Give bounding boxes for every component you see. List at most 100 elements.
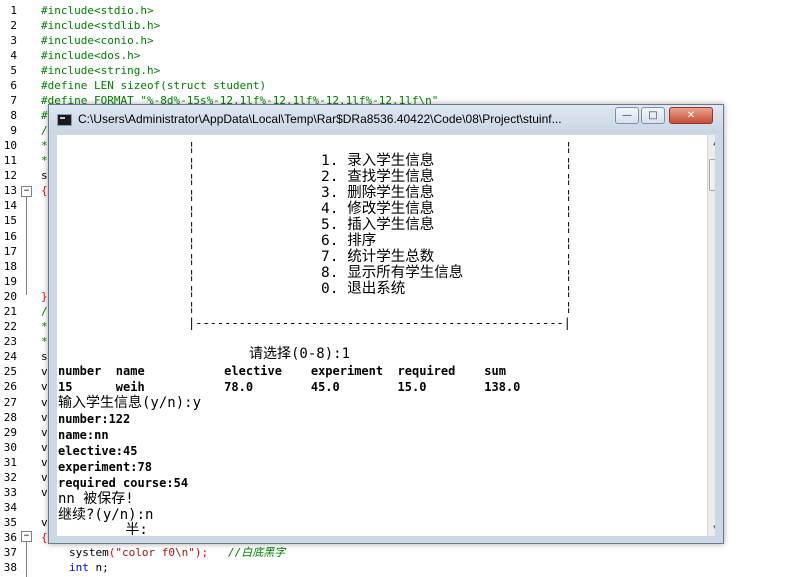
code-fragment[interactable]: v: [41, 515, 48, 530]
code-line[interactable]: #: [41, 108, 48, 123]
line-number: 30: [3, 441, 17, 454]
line-number: 38: [3, 561, 17, 574]
code-fragment[interactable]: v: [41, 395, 48, 410]
menu-bottom-border: |---------------------------------------…: [188, 316, 571, 330]
vertical-scrollbar[interactable]: ▲ ▼: [707, 135, 715, 536]
code-line[interactable]: #include<string.h>: [41, 63, 160, 78]
menu-border-right: ¦: [565, 252, 573, 266]
menu-border-left: ¦: [188, 268, 196, 282]
code-fragment[interactable]: /: [41, 304, 48, 319]
code-fragment[interactable]: v: [41, 364, 48, 379]
menu-border-left: ¦: [188, 188, 196, 202]
menu-border-left: ¦: [188, 140, 196, 154]
code-fragment[interactable]: v: [41, 379, 48, 394]
code-line-declaration[interactable]: int n;: [69, 560, 109, 575]
scrollbar-thumb[interactable]: [709, 159, 715, 191]
code-fragment[interactable]: v: [41, 410, 48, 425]
menu-item-modify: 4. 修改学生信息: [321, 201, 435, 217]
line-number: 8: [10, 109, 17, 122]
minimize-button[interactable]: —: [615, 107, 639, 124]
menu-border-left: ¦: [188, 220, 196, 234]
code-fragment[interactable]: v: [41, 470, 48, 485]
code-fragment[interactable]: v: [41, 425, 48, 440]
line-number: 14: [3, 199, 17, 212]
line-number: 26: [3, 380, 17, 393]
console-output-area[interactable]: ¦ ¦ ¦ ¦ ¦ ¦ ¦ ¦ ¦ ¦ ¦ ¦ ¦ ¦ ¦ ¦ ¦ ¦ ¦ ¦ …: [57, 135, 715, 536]
code-fragment[interactable]: *: [41, 319, 48, 334]
code-line[interactable]: #include<stdlib.h>: [41, 18, 160, 33]
menu-border-right: ¦: [565, 188, 573, 202]
code-fragment[interactable]: }: [41, 289, 48, 304]
line-number: 35: [3, 516, 17, 529]
code-fragment[interactable]: v: [41, 440, 48, 455]
menu-item-delete: 3. 删除学生信息: [321, 185, 435, 201]
code-line-system-call[interactable]: system("color f0\n"); //白底黑字: [69, 545, 285, 560]
line-number: 29: [3, 426, 17, 439]
maximize-button[interactable]: □: [641, 107, 665, 124]
menu-border-left: ¦: [188, 236, 196, 250]
code-fragment[interactable]: *: [41, 138, 48, 153]
menu-item-exit: 0. 退出系统: [321, 281, 406, 297]
output-line: elective:45: [58, 444, 138, 458]
output-line: 继续?(y/n):n: [58, 507, 154, 523]
fold-collapse-icon[interactable]: −: [21, 186, 32, 197]
code-line[interactable]: #include<conio.h>: [41, 33, 154, 48]
scroll-down-arrow-icon[interactable]: ▼: [708, 520, 715, 536]
line-number: 27: [3, 396, 17, 409]
fold-guide-line: [26, 542, 27, 577]
scroll-up-arrow-icon[interactable]: ▲: [708, 135, 715, 151]
line-number: 3: [10, 34, 17, 47]
menu-border-right: ¦: [565, 156, 573, 170]
line-number: 18: [3, 260, 17, 273]
code-fragment[interactable]: v: [41, 455, 48, 470]
menu-item-sort: 6. 排序: [321, 233, 377, 249]
window-titlebar[interactable]: C:\Users\Administrator\AppData\Local\Tem…: [49, 105, 723, 133]
code-fragment[interactable]: *: [41, 334, 48, 349]
code-fragment[interactable]: *: [41, 153, 48, 168]
code-fragment[interactable]: s: [41, 349, 48, 364]
line-number-gutter: 1 2 3 4 5 6 7 8 9 10 11 12 13 14 15 16 1…: [0, 0, 38, 577]
output-line: name:nn: [58, 428, 109, 442]
menu-item-display-all: 8. 显示所有学生信息: [321, 265, 464, 281]
line-number: 22: [3, 320, 17, 333]
menu-border-right: ¦: [565, 172, 573, 186]
output-line-cursor: 半:: [58, 522, 148, 536]
menu-border-right: ¦: [565, 284, 573, 298]
output-line: 输入学生信息(y/n):y: [58, 395, 202, 411]
string-literal: "color f0\n": [115, 546, 195, 559]
line-number: 6: [10, 79, 17, 92]
console-window[interactable]: C:\Users\Administrator\AppData\Local\Tem…: [48, 104, 724, 544]
code-line[interactable]: #include<dos.h>: [41, 48, 140, 63]
fold-guide-line: [26, 197, 27, 295]
menu-border-right: ¦: [565, 204, 573, 218]
code-fragment[interactable]: v: [41, 485, 48, 500]
line-number: 1: [10, 4, 17, 17]
menu-item-count: 7. 统计学生总数: [321, 249, 435, 265]
fold-collapse-icon[interactable]: −: [21, 531, 32, 542]
code-line[interactable]: #include<stdio.h>: [41, 3, 154, 18]
output-line: number:122: [58, 412, 131, 426]
menu-border-right: ¦: [565, 268, 573, 282]
code-fragment[interactable]: /: [41, 123, 48, 138]
line-number: 11: [3, 154, 17, 167]
code-comment: //白底黑字: [227, 546, 286, 559]
code-fragment[interactable]: {: [41, 183, 48, 198]
code-fragment[interactable]: s: [41, 168, 48, 183]
menu-prompt: 请选择(0-8):1: [249, 346, 351, 362]
menu-item-input: 1. 录入学生信息: [321, 153, 435, 169]
menu-item-search: 2. 查找学生信息: [321, 169, 435, 185]
line-number: 10: [3, 139, 17, 152]
line-number: 23: [3, 335, 17, 348]
line-number: 21: [3, 305, 17, 318]
code-fragment[interactable]: {: [41, 530, 48, 545]
line-number: 36: [3, 531, 17, 544]
console-app-icon[interactable]: [57, 114, 72, 126]
line-number: 5: [10, 64, 17, 77]
code-line[interactable]: #define LEN sizeof(struct student): [41, 78, 266, 93]
line-number: 17: [3, 245, 17, 258]
line-number: 25: [3, 365, 17, 378]
close-button[interactable]: ✕: [669, 107, 713, 124]
menu-item-insert: 5. 插入学生信息: [321, 217, 435, 233]
line-number: 20: [3, 290, 17, 303]
output-line: nn 被保存!: [58, 491, 134, 507]
